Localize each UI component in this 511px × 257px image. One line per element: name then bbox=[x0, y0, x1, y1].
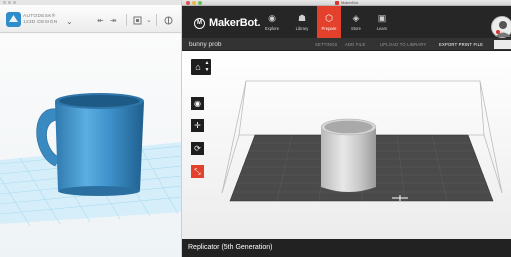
minimize-window-button-right[interactable] bbox=[192, 1, 196, 5]
add-file-button[interactable]: ADD FILE bbox=[345, 42, 365, 47]
rotate-button[interactable]: ⟳ bbox=[191, 142, 204, 155]
main-nav-bar: M MakerBot. ◉ Explore ☗ Library ⬡ Prepar… bbox=[182, 6, 511, 38]
nav-store-label: Store bbox=[350, 26, 361, 31]
home-view-icon[interactable]: ⌂ bbox=[192, 60, 204, 74]
scale-button[interactable]: ⤡ bbox=[191, 165, 204, 178]
undo-icon[interactable]: ↞ bbox=[97, 16, 104, 25]
export-print-file-button[interactable]: EXPORT PRINT FILE bbox=[439, 42, 483, 47]
build-volume-scene bbox=[221, 80, 503, 202]
nav-store[interactable]: ◈ Store bbox=[344, 6, 368, 38]
scale-icon: ⤡ bbox=[194, 167, 201, 176]
primitives-tool-icon[interactable] bbox=[133, 16, 142, 27]
design-viewport[interactable] bbox=[0, 34, 181, 257]
upload-to-library-button[interactable]: UPLOAD TO LIBRARY bbox=[380, 42, 426, 47]
zoom-window-button[interactable] bbox=[13, 1, 16, 4]
app-menu-chevron-down-icon[interactable]: ⌄ bbox=[66, 17, 73, 26]
rotate-icon: ⟳ bbox=[194, 144, 201, 153]
nav-library-label: Library bbox=[295, 26, 309, 31]
store-icon: ◈ bbox=[352, 13, 360, 23]
makerbot-app-icon bbox=[335, 1, 339, 5]
toolbar-divider bbox=[126, 14, 127, 26]
zoom-window-button-right[interactable] bbox=[198, 1, 202, 5]
autodesk-logo-icon[interactable] bbox=[6, 12, 21, 27]
move-icon: ✛ bbox=[194, 121, 201, 130]
desktop: AUTODESK® 123D DESIGN ⌄ ↞ ↠ ⌄ MakerBot M… bbox=[0, 0, 511, 257]
zoom-stepper-icon[interactable]: ▲ ▼ bbox=[204, 60, 210, 74]
learn-icon: ▣ bbox=[377, 13, 387, 23]
makerbot-logo-icon: M bbox=[194, 18, 205, 29]
look-button[interactable]: ◉ bbox=[191, 97, 204, 110]
sketch-tool-icon[interactable] bbox=[164, 16, 173, 27]
eye-icon: ◉ bbox=[194, 99, 201, 108]
nav-learn-label: Learn bbox=[376, 26, 388, 31]
nav-library[interactable]: ☗ Library bbox=[290, 6, 314, 38]
user-avatar[interactable] bbox=[491, 16, 511, 38]
toolbar-divider-2 bbox=[156, 14, 157, 26]
project-name: bunny prob bbox=[189, 41, 222, 48]
printer-name: Replicator (5th Generation) bbox=[188, 244, 273, 251]
mug-model-scene bbox=[0, 93, 181, 227]
app-logo-text: AUTODESK® 123D DESIGN bbox=[23, 14, 58, 25]
nav-prepare[interactable]: ⬡ Prepare bbox=[317, 6, 341, 38]
close-window-button-right[interactable] bbox=[186, 1, 190, 5]
view-control-group: ⌂ ▲ ▼ bbox=[191, 59, 211, 75]
redo-icon[interactable]: ↠ bbox=[110, 16, 117, 25]
explore-icon: ◉ bbox=[268, 13, 276, 23]
makerbot-brand: MakerBot. bbox=[209, 17, 261, 29]
settings-button[interactable]: SETTINGS bbox=[315, 42, 338, 47]
prepare-icon: ⬡ bbox=[325, 13, 333, 23]
design-app-window: AUTODESK® 123D DESIGN ⌄ ↞ ↠ ⌄ bbox=[0, 0, 182, 257]
printer-status-bar[interactable]: Replicator (5th Generation) bbox=[182, 239, 511, 257]
mug-cylinder bbox=[321, 127, 376, 192]
build-plate-viewport[interactable]: ⌂ ▲ ▼ ◉ ✛ ⟳ ⤡ bbox=[182, 51, 511, 239]
makerbot-app-window: MakerBot M MakerBot. ◉ Explore ☗ Library… bbox=[182, 0, 511, 257]
library-icon: ☗ bbox=[297, 13, 307, 23]
nav-prepare-label: Prepare bbox=[321, 26, 337, 31]
project-toolbar: bunny prob SETTINGS ADD FILE UPLOAD TO L… bbox=[182, 38, 511, 51]
chevron-down-icon[interactable]: ⌄ bbox=[146, 16, 152, 24]
design-toolbar: AUTODESK® 123D DESIGN ⌄ ↞ ↠ ⌄ bbox=[0, 5, 181, 33]
move-button[interactable]: ✛ bbox=[191, 119, 204, 132]
close-window-button[interactable] bbox=[3, 1, 6, 4]
minimize-window-button[interactable] bbox=[8, 1, 11, 4]
overflow-button[interactable] bbox=[494, 40, 511, 49]
nav-explore[interactable]: ◉ Explore bbox=[260, 6, 284, 38]
nav-learn[interactable]: ▣ Learn bbox=[370, 6, 394, 38]
mug-body bbox=[55, 102, 144, 194]
nav-explore-label: Explore bbox=[264, 26, 280, 31]
